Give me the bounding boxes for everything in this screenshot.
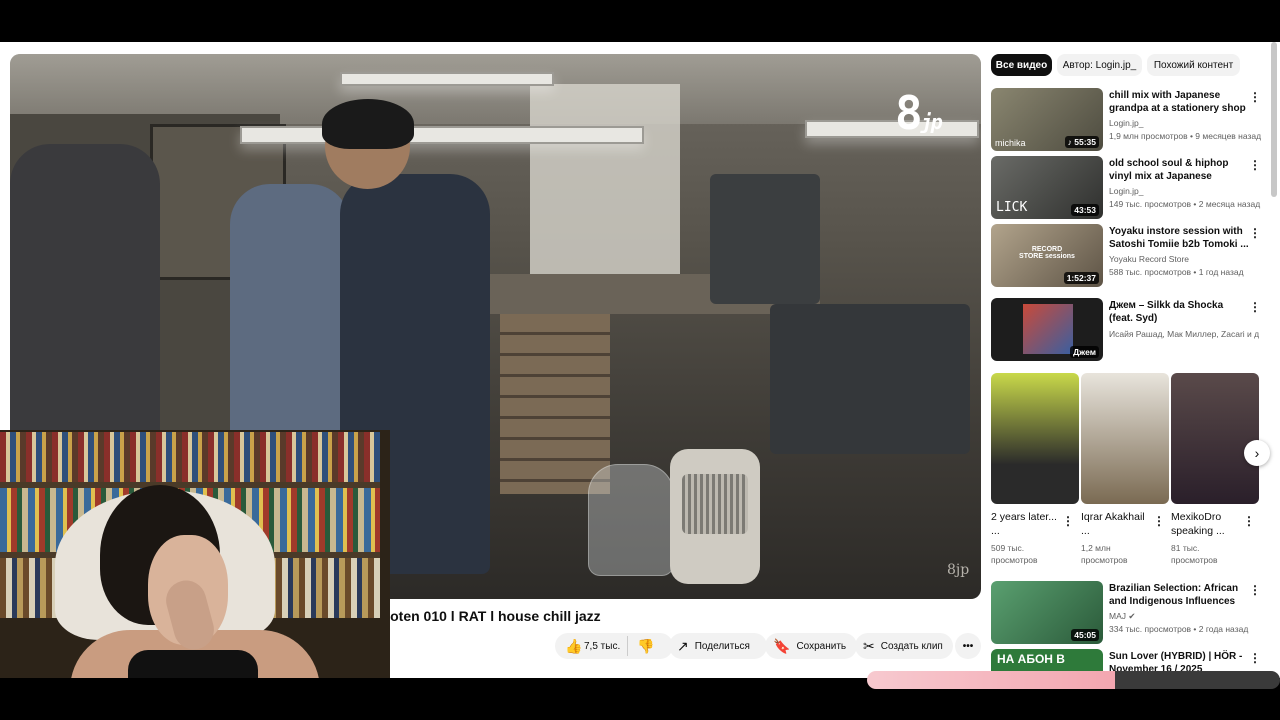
recommendation-thumbnail[interactable]: 45:05 xyxy=(991,581,1103,644)
thumbnail-caption: НА АБОН В xyxy=(997,652,1065,666)
short-views: 509 тыс. просмотров xyxy=(991,543,1038,565)
recommendation-thumbnail[interactable]: michika ♪ 55:35 xyxy=(991,88,1103,151)
video-scene-window xyxy=(530,84,680,304)
bookshelf-row xyxy=(0,432,380,482)
short-thumbnail[interactable] xyxy=(991,373,1079,504)
more-vert-icon[interactable]: ⋮ xyxy=(1153,514,1165,528)
thumbnail-caption: michika xyxy=(995,138,1026,148)
video-scene-machine xyxy=(710,174,820,304)
more-vert-icon[interactable]: ⋮ xyxy=(1249,583,1261,597)
recommendation-thumbnail[interactable]: LICK 43:53 xyxy=(991,156,1103,219)
like-dislike-group: 👍 7,5 тыс. 👎 xyxy=(555,633,673,659)
logo-text: 8 xyxy=(895,86,923,140)
save-button[interactable]: 🔖 Сохранить xyxy=(765,633,857,659)
more-vert-icon[interactable]: ⋮ xyxy=(1243,514,1255,528)
duration-badge: 43:53 xyxy=(1071,204,1099,216)
short-title[interactable]: 2 years later... ... xyxy=(991,510,1061,538)
channel-logo-overlay: 8jp xyxy=(895,86,943,140)
recommendation-channel[interactable]: Login.jp_ xyxy=(1109,186,1259,196)
recommendation-title[interactable]: Brazilian Selection: African and Indigen… xyxy=(1109,582,1249,608)
video-scene-drawer xyxy=(500,314,610,494)
clip-button[interactable]: ✂ Создать клип xyxy=(855,633,953,659)
share-icon: ↗ xyxy=(677,637,689,654)
recommendation-item[interactable]: michika ♪ 55:35 chill mix with Japanese … xyxy=(991,88,1271,152)
short-thumbnail[interactable] xyxy=(1081,373,1169,504)
video-scene-lamp xyxy=(340,72,554,86)
video-scene-bag xyxy=(588,464,674,576)
filter-chip-author[interactable]: Автор: Login.jp_ xyxy=(1057,54,1142,76)
filter-chip-related[interactable]: Похожий контент xyxy=(1147,54,1240,76)
share-label: Поделиться xyxy=(694,640,750,652)
album-art xyxy=(1023,304,1073,354)
thumbnail-caption: RECORD STORE sessions xyxy=(1019,246,1075,260)
thumbnail-caption: LICK xyxy=(996,200,1028,215)
recommendation-thumbnail[interactable]: Джем xyxy=(991,298,1103,361)
video-scene-machine xyxy=(770,304,970,454)
video-scene-lamp xyxy=(240,126,644,144)
recommendation-title[interactable]: chill mix with Japanese grandpa at a sta… xyxy=(1109,89,1249,115)
short-title[interactable]: MexikoDro speaking ... xyxy=(1171,510,1241,538)
dislike-icon[interactable]: 👎 xyxy=(637,638,654,655)
recommendation-channel[interactable]: Login.jp_ xyxy=(1109,118,1259,128)
recommendation-meta: 334 тыс. просмотров • 2 года назад xyxy=(1109,624,1249,634)
webcam-overlay xyxy=(0,430,390,720)
video-scene-heater-grill xyxy=(682,474,748,534)
duration-badge: Джем xyxy=(1070,346,1099,358)
chevron-right-icon[interactable]: › xyxy=(1244,440,1270,466)
page-scrollbar[interactable] xyxy=(1271,42,1277,197)
recommendation-meta: 1,9 млн просмотров • 9 месяцев назад xyxy=(1109,131,1262,141)
verified-icon: ✔ xyxy=(1128,611,1136,621)
more-vert-icon[interactable]: ⋮ xyxy=(1249,300,1261,314)
short-views: 81 тыс. просмотров xyxy=(1171,543,1218,565)
short-title[interactable]: Iqrar Akakhail ... xyxy=(1081,510,1151,538)
filter-chip-all[interactable]: Все видео xyxy=(991,54,1052,76)
channel-name: MAJ xyxy=(1109,611,1126,621)
more-vert-icon[interactable]: ⋮ xyxy=(1062,514,1074,528)
recommendation-channel[interactable]: MAJ ✔ xyxy=(1109,611,1259,622)
bookmark-icon: 🔖 xyxy=(773,637,791,654)
video-scene-lamp xyxy=(805,120,979,138)
recommendation-item[interactable]: Джем Джем – Silkk da Shocka (feat. Syd) … xyxy=(991,298,1271,362)
logo-suffix: jp xyxy=(920,110,943,134)
more-vert-icon[interactable]: ⋮ xyxy=(1249,90,1261,104)
divider xyxy=(627,636,628,656)
recommendation-meta: 588 тыс. просмотров • 1 год назад xyxy=(1109,267,1244,277)
recommendation-title[interactable]: old school soul & hiphop vinyl mix at Ja… xyxy=(1109,157,1249,183)
recommendation-title[interactable]: Джем – Silkk da Shocka (feat. Syd) xyxy=(1109,299,1249,325)
recommendation-item[interactable]: RECORD STORE sessions 1:52:37 Yoyaku ins… xyxy=(991,224,1271,288)
more-actions-button[interactable]: ••• xyxy=(955,633,981,659)
like-icon[interactable]: 👍 xyxy=(565,638,582,655)
duration-badge: ♪ 55:35 xyxy=(1064,136,1099,148)
more-vert-icon[interactable]: ⋮ xyxy=(1249,226,1261,240)
clip-label: Создать клип xyxy=(880,640,943,652)
recommendation-item[interactable]: 45:05 Brazilian Selection: African and I… xyxy=(991,581,1271,645)
scissors-icon: ✂ xyxy=(863,637,875,654)
recommendation-meta: 149 тыс. просмотров • 2 месяца назад xyxy=(1109,199,1261,209)
more-vert-icon[interactable]: ⋮ xyxy=(1249,651,1261,665)
duration-badge: 1:52:37 xyxy=(1063,272,1099,284)
duration-badge: 45:05 xyxy=(1071,629,1099,641)
recommendation-thumbnail[interactable]: RECORD STORE sessions 1:52:37 xyxy=(991,224,1103,287)
video-watermark: 8jp xyxy=(947,562,970,578)
video-scene-hair xyxy=(322,99,414,149)
recommendation-channel[interactable]: Yoyaku Record Store xyxy=(1109,254,1259,264)
recommendation-title[interactable]: Yoyaku instore session with Satoshi Tomi… xyxy=(1109,225,1249,251)
short-views: 1,2 млн просмотров xyxy=(1081,543,1128,565)
more-vert-icon[interactable]: ⋮ xyxy=(1249,158,1261,172)
video-scene-person xyxy=(10,144,160,474)
recommendation-item[interactable]: LICK 43:53 old school soul & hiphop viny… xyxy=(991,156,1271,220)
short-thumbnail[interactable] xyxy=(1171,373,1259,504)
like-count[interactable]: 7,5 тыс. xyxy=(584,641,620,652)
recommendation-channel[interactable]: Исайя Рашад, Мак Миллер, Zacari и др... xyxy=(1109,329,1259,339)
save-label: Сохранить xyxy=(796,640,847,652)
stream-progress-overlay xyxy=(867,671,1280,689)
share-button[interactable]: ↗ Поделиться xyxy=(669,633,767,659)
